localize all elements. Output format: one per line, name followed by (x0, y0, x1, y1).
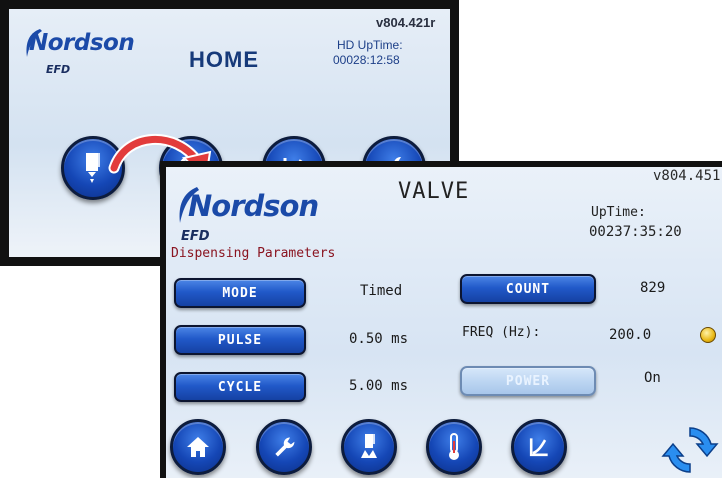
refresh-icon[interactable] (659, 422, 721, 478)
valve-version: v804.451r (653, 168, 722, 184)
count-button[interactable]: COUNT (460, 274, 596, 304)
nav-graph-button[interactable] (511, 419, 567, 475)
thermometer-icon (449, 433, 459, 460)
nav-valve-button[interactable] (341, 419, 397, 475)
freq-value: 200.0 (609, 327, 652, 343)
home-version: v804.421r (376, 15, 436, 30)
valve-screen: Nordson EFD VALVE v804.451r UpTime: 0023… (166, 167, 722, 478)
home-icon (187, 437, 209, 457)
valve-page-title: VALVE (398, 179, 470, 204)
home-logo: Nordson (29, 30, 135, 56)
nav-settings-button[interactable] (256, 419, 312, 475)
home-page-title: HOME (189, 47, 259, 72)
mode-value: Timed (360, 283, 403, 299)
power-value: On (644, 370, 661, 386)
valve-uptime-value: 00237:35:20 (589, 224, 682, 240)
cycle-button[interactable]: CYCLE (174, 372, 306, 402)
wrench-icon (275, 437, 295, 457)
valve-logo-efd: EFD (181, 229, 210, 244)
valve-uptime-label: UpTime: (591, 205, 646, 220)
count-value: 829 (640, 280, 666, 296)
graph-icon (529, 438, 548, 457)
valve-icon (86, 153, 100, 183)
status-indicator-led (700, 327, 716, 343)
power-button[interactable]: POWER (460, 366, 596, 396)
valve-logo: Nordson (188, 189, 319, 223)
freq-label: FREQ (Hz): (462, 325, 541, 340)
home-uptime-value: 00028:12:58 (333, 53, 400, 67)
nav-temperature-button[interactable] (426, 419, 482, 475)
pulse-button[interactable]: PULSE (174, 325, 306, 355)
home-logo-efd: EFD (46, 63, 71, 76)
dispensing-parameters-label: Dispensing Parameters (171, 246, 336, 261)
pulse-value: 0.50 ms (349, 331, 409, 347)
home-uptime-label: HD UpTime: (337, 38, 403, 52)
valve-screen-bezel: Nordson EFD VALVE v804.451r UpTime: 0023… (160, 161, 722, 478)
mode-button[interactable]: MODE (174, 278, 306, 308)
valve-icon (361, 434, 377, 458)
cycle-value: 5.00 ms (349, 378, 409, 394)
nav-home-button[interactable] (170, 419, 226, 475)
